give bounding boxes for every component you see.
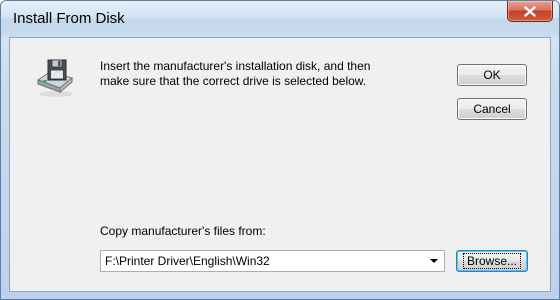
instruction-line-1: Insert the manufacturer's installation d… xyxy=(100,59,371,73)
dialog-body: Insert the manufacturer's installation d… xyxy=(9,37,551,292)
disk-drive-icon xyxy=(36,59,74,97)
chevron-down-icon[interactable] xyxy=(430,259,438,263)
ok-button[interactable]: OK xyxy=(457,64,527,86)
install-from-disk-dialog: Install From Disk Insert the manufacture… xyxy=(0,0,560,300)
cancel-button[interactable]: Cancel xyxy=(457,98,527,120)
browse-button[interactable]: Browse... xyxy=(456,250,528,272)
copy-from-combobox[interactable]: F:\Printer Driver\English\Win32 xyxy=(100,250,445,272)
window-title: Install From Disk xyxy=(13,10,125,27)
close-button[interactable] xyxy=(507,1,553,22)
browse-button-label: Browse... xyxy=(462,253,522,269)
instruction-line-2: make sure that the correct drive is sele… xyxy=(100,74,367,88)
title-bar[interactable]: Install From Disk xyxy=(1,1,559,37)
instruction-text: Insert the manufacturer's installation d… xyxy=(100,59,430,89)
close-icon xyxy=(524,5,536,17)
copy-from-label: Copy manufacturer's files from: xyxy=(100,224,266,238)
copy-from-path[interactable]: F:\Printer Driver\English\Win32 xyxy=(105,254,270,268)
